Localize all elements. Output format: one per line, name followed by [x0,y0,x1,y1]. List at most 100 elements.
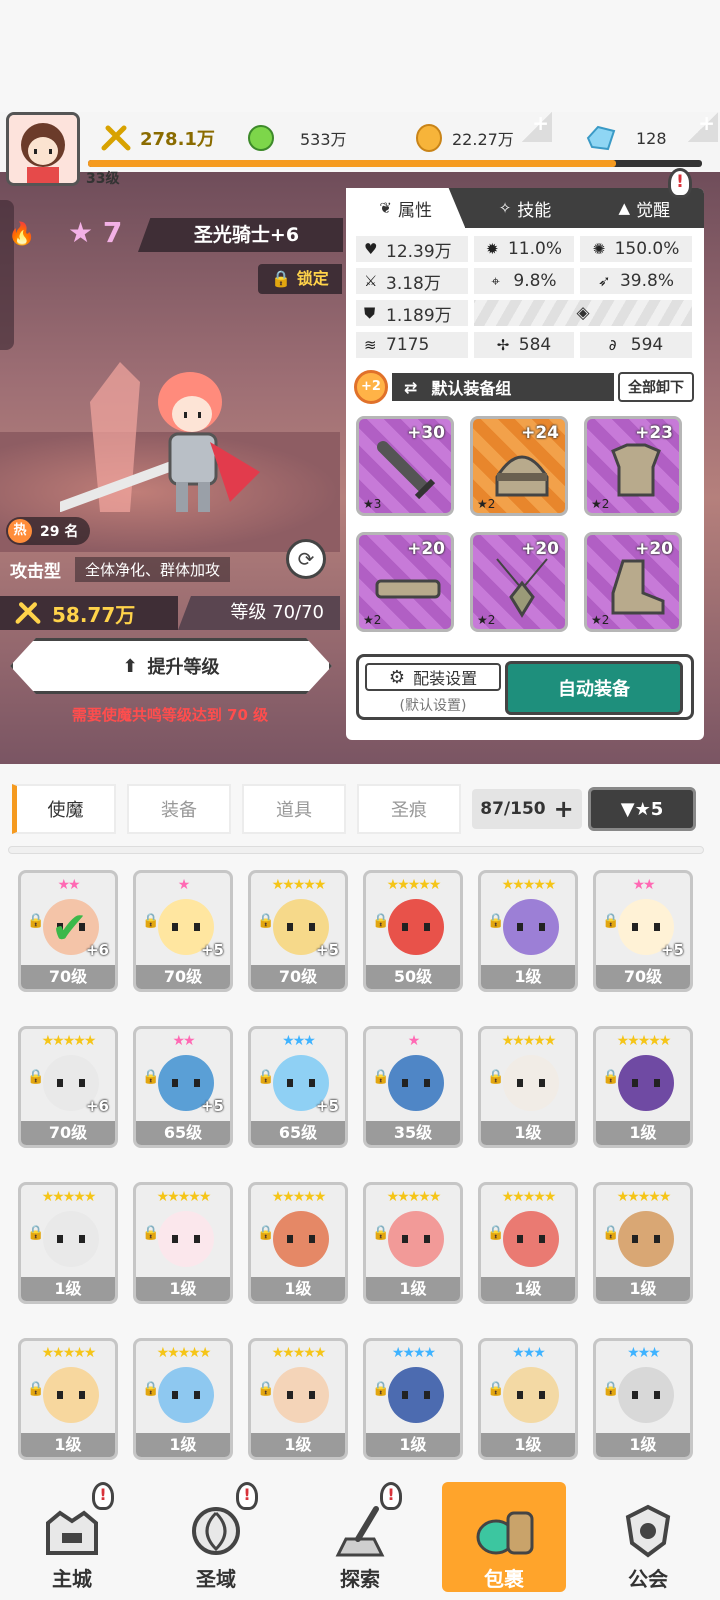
nav-bag[interactable]: 包裹 [442,1482,566,1592]
familiar-card[interactable]: ★★★ 🔒 +5 65级 [248,1026,348,1148]
nav-guild[interactable]: 公会 [586,1482,710,1592]
familiar-card[interactable]: ★★★★★ 🔒 1级 [248,1182,348,1304]
familiar-card[interactable]: ★★★★★ 🔒 1级 [248,1338,348,1460]
lock-button[interactable]: 🔒 锁定 [258,264,342,294]
hero-level-text: 等级 70/70 [178,596,340,630]
familiar-card[interactable]: ★★★★★ 🔒 1级 [478,870,578,992]
lock-icon: 🔒 [142,1225,160,1241]
equip-necklace-plus: +20 [521,539,559,559]
equip-group-header: +2 ⇄ 默认装备组 全部卸下 [354,370,694,404]
familiar-eyes [172,1391,200,1399]
equip-armor-star: ★2 [591,497,610,511]
shield-icon: ⛊ [364,304,376,322]
lock-icon: 🔒 [257,1069,275,1085]
lock-icon: 🔒 [27,1069,45,1085]
familiar-eyes [402,1391,430,1399]
familiar-stars: ★★★★★ [271,1189,327,1205]
familiar-card[interactable]: ★★ 🔒 +5 65级 [133,1026,233,1148]
familiar-card[interactable]: ★★★★★ 🔒 +6 70级 [18,1026,118,1148]
familiar-card[interactable]: ★★★★★ 🔒 1级 [593,1026,693,1148]
familiar-eyes [517,1079,545,1087]
lock-icon: 🔒 [602,913,620,929]
familiar-card[interactable]: ★★ 🔒 +5 70级 [593,870,693,992]
lock-icon: 🔒 [372,1381,390,1397]
familiar-card[interactable]: ★★★★★ 🔒 50级 [363,870,463,992]
stat-crit-dmg: ✺ 150.0% [580,236,692,262]
auto-equip-button[interactable]: 自动装备 [505,661,683,715]
loadout-current: (默认设置) [399,698,467,714]
equip-slot-sword[interactable]: +30 ★3 [356,416,454,516]
unequip-all-button[interactable]: 全部卸下 [618,372,694,402]
familiar-card[interactable]: ★★★★★ 🔒 1级 [133,1182,233,1304]
familiar-card[interactable]: ★★★★★ 🔒 +5 70级 [248,870,348,992]
familiar-card[interactable]: ★★★★★ 🔒 1级 [18,1182,118,1304]
familiar-stars: ★★★★★ [616,1189,672,1205]
familiar-card[interactable]: ★★★★★ 🔒 1级 [133,1338,233,1460]
equip-slot-armor[interactable]: +23 ★2 [584,416,682,516]
crit-damage-icon: ✺ [592,240,606,258]
star-filter-dropdown[interactable]: ▼★5 [588,787,696,831]
familiar-card[interactable]: ★★★★ 🔒 1级 [363,1338,463,1460]
nav-main-city[interactable]: ! 主城 [10,1482,134,1592]
bag-icon [476,1511,534,1555]
diamond-add-button[interactable]: + [688,112,718,142]
swap-skin-button[interactable]: ⟳ [286,539,326,579]
familiar-stars: ★★★ [282,1033,316,1049]
familiar-card[interactable]: ★★★★★ 🔒 1级 [593,1182,693,1304]
equip-slot-helmet[interactable]: +24 ★2 [470,416,568,516]
equip-group-selector[interactable]: ⇄ 默认装备组 [392,373,614,401]
inventory-capacity[interactable]: 87/150 + [472,789,582,829]
familiar-level: 1级 [596,1433,690,1457]
equip-slot-belt[interactable]: +20 ★2 [356,532,454,632]
player-avatar[interactable] [6,112,80,186]
tab-skills[interactable]: ✧ 技能 [465,188,584,228]
guild-icon [625,1504,671,1558]
green-gem-icon [248,125,274,151]
familiar-card[interactable]: ★★★ 🔒 1级 [478,1338,578,1460]
loadout-settings-button[interactable]: ⚙ 配装设置 [365,663,501,691]
familiar-level: 70级 [251,965,345,989]
gold-coin-icon [416,124,442,152]
equipment-slots: +30 ★3 +24 ★2 +23 ★2 +20 ★2 +20 ★2 +20 ★… [356,416,704,632]
familiar-eyes [632,1079,660,1087]
tab-familiars[interactable]: 使魔 [12,784,116,834]
gold-add-button[interactable]: + [522,112,552,142]
level-up-button[interactable]: ⬆ 提升等级 [10,638,332,694]
familiar-card[interactable]: ★★★★★ 🔒 1级 [363,1182,463,1304]
nav-explore[interactable]: ! 探索 [298,1482,422,1592]
equip-slot-necklace[interactable]: +20 ★2 [470,532,568,632]
lock-icon: 🔒 [372,1069,390,1085]
familiar-stars: ★★★★★ [271,877,327,893]
tab-attributes-label: 属性 [397,200,432,221]
familiar-eyes [632,1235,660,1243]
equip-group-label: 默认装备组 [431,379,512,398]
familiar-card[interactable]: ★★★ 🔒 1级 [593,1338,693,1460]
stat-atk-value: 3.18万 [386,273,441,294]
alert-icon: ! [92,1482,114,1510]
familiar-eyes [402,1079,430,1087]
tab-attributes[interactable]: ❦ 属性 [346,188,466,228]
hot-label: 热 [8,519,32,543]
hero-power-row: 58.77万 等级 70/70 [0,596,340,630]
helmet-icon [495,455,549,497]
lock-icon: 🔒 [142,913,160,929]
crit-icon: ✹ [485,240,499,258]
familiar-card[interactable]: ★★★★★ 🔒 1级 [18,1338,118,1460]
familiar-card[interactable]: ★ 🔒 +5 70级 [133,870,233,992]
tab-items[interactable]: 道具 [242,784,346,834]
familiar-level: 1级 [481,965,575,989]
familiar-card[interactable]: ★★★★★ 🔒 1级 [478,1026,578,1148]
stats-grid: ♥ 12.39万 ✹ 11.0% ✺ 150.0% ⚔ 3.18万 ⌖ 9.8% ➶ 39.… [346,228,704,358]
familiar-card[interactable]: ★ 🔒 35级 [363,1026,463,1148]
tab-stigmata[interactable]: 圣痕 [357,784,461,834]
familiar-card[interactable]: ★★★★★ 🔒 1级 [478,1182,578,1304]
avatar-portrait-icon [9,115,77,183]
familiar-level: 1级 [596,1277,690,1301]
nav-sanctum[interactable]: ! 圣域 [154,1482,278,1592]
tab-equipment[interactable]: 装备 [127,784,231,834]
familiar-card[interactable]: ★★ 🔒 +6 ✔ 70级 [18,870,118,992]
equip-slot-boots[interactable]: +20 ★2 [584,532,682,632]
diamond-display: 128 [584,120,667,156]
familiar-level: 70级 [21,1121,115,1145]
equip-boots-plus: +20 [635,539,673,559]
